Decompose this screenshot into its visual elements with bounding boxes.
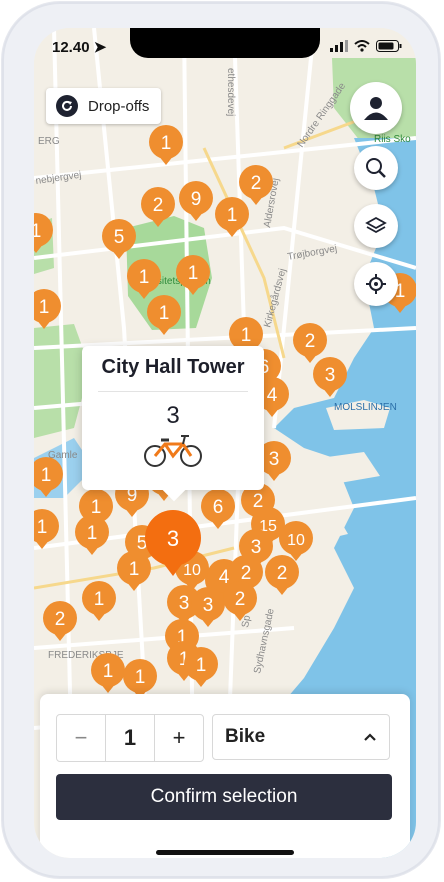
station-marker-label: 1 xyxy=(159,303,170,324)
station-marker-label: 1 xyxy=(94,589,105,610)
station-marker-label: 3 xyxy=(325,365,336,386)
quantity-stepper: − 1 + xyxy=(56,714,204,762)
station-marker-label: 10 xyxy=(183,562,201,579)
user-icon xyxy=(364,97,388,120)
wifi-icon xyxy=(354,40,370,52)
map-place-label: MOLSLINJEN xyxy=(334,402,397,413)
station-marker-label: 1 xyxy=(196,655,207,676)
status-icons xyxy=(330,40,402,52)
battery-icon xyxy=(376,40,402,52)
dropoffs-button[interactable]: Drop-offs xyxy=(46,88,162,124)
station-marker-label: 1 xyxy=(241,325,252,346)
station-marker-label: 1 xyxy=(139,267,150,288)
station-marker-label: 1 xyxy=(91,497,102,518)
dropoffs-label: Drop-offs xyxy=(88,97,150,115)
refresh-icon xyxy=(56,95,78,117)
station-marker-label: 2 xyxy=(235,589,246,610)
notch xyxy=(130,28,320,58)
station-marker-label: 1 xyxy=(161,133,172,154)
selected-marker-label: 3 xyxy=(167,526,179,551)
chevron-up-icon xyxy=(364,733,376,741)
station-marker-label: 4 xyxy=(219,567,230,588)
locate-button[interactable] xyxy=(354,262,398,306)
station-marker-label: 10 xyxy=(287,532,305,549)
station-marker-label: 2 xyxy=(55,609,66,630)
selection-panel: − 1 + Bike Confirm selection xyxy=(40,694,410,858)
vehicle-type-select[interactable]: Bike xyxy=(212,714,390,760)
signal-icon xyxy=(330,40,348,52)
bicycle-icon xyxy=(144,435,202,467)
station-marker-label: 4 xyxy=(267,385,278,406)
map-place-label: ERG xyxy=(38,136,60,147)
profile-button[interactable] xyxy=(350,82,402,134)
station-marker-label: 2 xyxy=(153,195,164,216)
station-marker-label: 1 xyxy=(135,667,146,688)
quantity-value: 1 xyxy=(105,715,155,761)
station-marker-label: 1 xyxy=(103,661,114,682)
station-marker-label: 2 xyxy=(305,331,316,352)
map-place-label: Riis Sko xyxy=(374,134,411,145)
station-popup[interactable]: City Hall Tower 3 xyxy=(82,346,264,502)
home-indicator xyxy=(156,850,294,855)
search-icon xyxy=(366,158,386,178)
station-marker-label: 1 xyxy=(41,465,52,486)
station-marker-label: 3 xyxy=(203,595,214,616)
station-marker-label: 1 xyxy=(87,523,98,544)
station-marker-label: 1 xyxy=(34,221,41,242)
crosshair-icon xyxy=(366,274,386,294)
station-marker-label: 1 xyxy=(188,263,199,284)
layers-icon xyxy=(365,216,387,234)
station-marker-label: 3 xyxy=(269,449,280,470)
status-bar: 12.40 ➤ xyxy=(34,28,416,68)
map-place-label: ethesdevej xyxy=(225,68,236,116)
screen: ERG ethesdevej nebjergvej Aldersrovej Nordre… xyxy=(34,28,416,858)
phone-frame: ERG ethesdevej nebjergvej Aldersrovej Nordre… xyxy=(2,2,440,878)
popup-divider xyxy=(98,391,248,392)
decrement-button[interactable]: − xyxy=(57,715,105,761)
station-marker-label: 2 xyxy=(251,173,262,194)
station-marker-label: 9 xyxy=(191,189,202,210)
station-marker-label: 1 xyxy=(37,517,48,538)
station-marker-label: 3 xyxy=(179,593,190,614)
confirm-selection-button[interactable]: Confirm selection xyxy=(56,774,392,820)
vehicle-type-value: Bike xyxy=(225,726,266,747)
station-marker-label: 6 xyxy=(213,497,224,518)
status-time: 12.40 ➤ xyxy=(52,38,106,56)
popup-count: 3 xyxy=(166,402,180,429)
layers-button[interactable] xyxy=(354,204,398,248)
location-arrow-icon: ➤ xyxy=(93,39,107,56)
station-marker-label: 1 xyxy=(129,559,140,580)
increment-button[interactable]: + xyxy=(155,715,203,761)
popup-title: City Hall Tower xyxy=(101,356,245,378)
station-marker-label: 2 xyxy=(277,563,288,584)
station-marker-label: 3 xyxy=(251,537,262,558)
station-marker-label: 2 xyxy=(241,563,252,584)
station-marker-label: 1 xyxy=(227,205,238,226)
station-marker-label: 1 xyxy=(39,297,50,318)
search-button[interactable] xyxy=(354,146,398,190)
time-text: 12.40 xyxy=(52,39,90,56)
station-marker-label: 5 xyxy=(114,227,125,248)
